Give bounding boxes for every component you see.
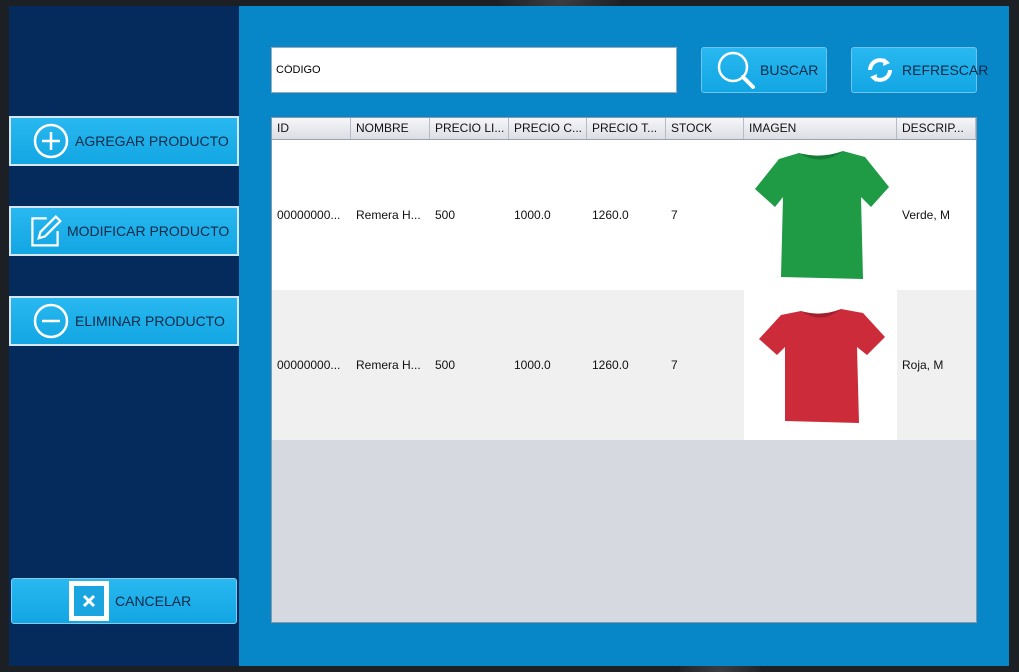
edit-product-button[interactable]: MODIFICAR PRODUCTO [9,206,239,256]
column-header-descripcion[interactable]: DESCRIP... [897,118,976,139]
table-row[interactable]: 00000000... Remera H... 500 1000.0 1260.… [272,290,976,440]
cell-precio-total: 1260.0 [592,208,629,222]
cell-imagen [744,290,897,440]
cancel-button[interactable]: CANCELAR [11,578,237,624]
cell-stock: 7 [671,208,678,222]
cancel-label: CANCELAR [115,593,192,609]
edit-pencil-icon [27,213,63,249]
products-table[interactable]: ID NOMBRE PRECIO LI... PRECIO C... PRECI… [271,117,977,623]
column-header-imagen[interactable]: IMAGEN [744,118,897,139]
code-search-input[interactable] [271,47,677,93]
refresh-icon [860,48,900,92]
table-row[interactable]: 00000000... Remera H... 500 1000.0 1260.… [272,140,976,290]
cell-stock: 7 [671,358,678,372]
table-header: ID NOMBRE PRECIO LI... PRECIO C... PRECI… [272,118,976,140]
minus-circle-icon [33,303,69,339]
column-header-nombre[interactable]: NOMBRE [351,118,430,139]
column-header-stock[interactable]: STOCK [666,118,744,139]
cell-nombre: Remera H... [356,208,421,222]
edit-product-label: MODIFICAR PRODUCTO [67,223,230,239]
red-tshirt-image [758,309,885,423]
close-icon [69,581,109,621]
delete-product-label: ELIMINAR PRODUCTO [75,313,225,329]
column-header-precio-costo[interactable]: PRECIO C... [509,118,587,139]
cell-nombre: Remera H... [356,358,421,372]
search-button[interactable]: BUSCAR [701,47,827,93]
column-header-precio-lista[interactable]: PRECIO LI... [430,118,509,139]
cell-precio-costo: 1000.0 [514,358,551,372]
main-panel: BUSCAR REFRESCAR ID NOMBRE PRECIO LI... … [239,6,1009,666]
cell-descripcion: Roja, M [902,358,944,372]
cell-precio-lista: 500 [435,208,456,222]
column-header-id[interactable]: ID [272,118,351,139]
search-icon [714,48,758,92]
plus-circle-icon [33,123,69,159]
cell-precio-total: 1260.0 [592,358,629,372]
search-label: BUSCAR [760,62,819,78]
add-product-button[interactable]: AGREGAR PRODUCTO [9,116,239,166]
cell-precio-lista: 500 [435,358,456,372]
add-product-label: AGREGAR PRODUCTO [75,133,229,149]
cell-id: 00000000... [277,208,341,222]
delete-product-button[interactable]: ELIMINAR PRODUCTO [9,296,239,346]
column-header-precio-total[interactable]: PRECIO T... [587,118,666,139]
cell-precio-costo: 1000.0 [514,208,551,222]
cell-descripcion: Verde, M [902,208,951,222]
green-tshirt-image [754,151,889,279]
sidebar: AGREGAR PRODUCTO MODIFICAR PRODUCTO ELIM… [9,6,239,666]
refresh-label: REFRESCAR [902,62,989,78]
cell-imagen [744,140,897,290]
cell-id: 00000000... [277,358,341,372]
refresh-button[interactable]: REFRESCAR [851,47,988,93]
